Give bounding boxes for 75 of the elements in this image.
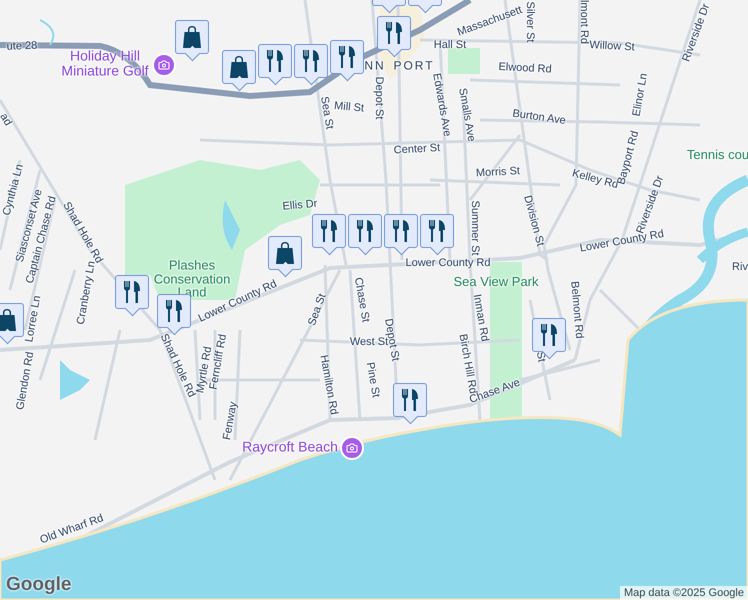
fork-knife-icon [429, 220, 445, 242]
stream-line [40, 19, 54, 46]
restaurant-pin[interactable] [312, 214, 346, 256]
street-label: ad [0, 112, 14, 128]
street-label: Burton Ave [512, 108, 566, 128]
attribution-text: Map data ©2025 Google [620, 586, 748, 600]
street-label: Old Wharf Rd [38, 513, 106, 547]
street-label: Elinor Ln [632, 72, 650, 118]
camera-icon[interactable] [340, 436, 364, 460]
pond-area [60, 360, 90, 400]
street-label: Belmont Rd [568, 280, 584, 340]
street-label: Morris St [476, 166, 520, 180]
street-label: Ellis Dr [282, 198, 318, 214]
map-logo: Google [6, 574, 72, 596]
camera-icon[interactable] [152, 53, 176, 77]
fork-knife-icon [357, 220, 373, 242]
shop-pin[interactable] [222, 50, 256, 92]
fork-knife-icon [303, 50, 319, 72]
fork-knife-icon [321, 220, 337, 242]
restaurant-pin[interactable] [348, 214, 382, 256]
fork-knife-icon [267, 50, 283, 72]
place-label: Raycroft Beach [242, 440, 338, 454]
street-label: Elwood Rd [498, 62, 552, 76]
street-label: Smalls Ave [456, 87, 476, 143]
shopping-bag-icon [183, 26, 201, 48]
street-label: NN [364, 60, 386, 72]
fork-knife-icon [402, 389, 418, 411]
street-label: Depot St [372, 76, 384, 120]
street-label: Hall St [434, 40, 466, 52]
street-label: Riv [732, 262, 748, 274]
river-area [696, 228, 748, 264]
street-label: Lorree Ln [24, 294, 44, 344]
place-label: Tennis cou [686, 148, 748, 162]
shop-pin[interactable] [175, 20, 209, 62]
street-label: Edwards Ave [430, 72, 452, 138]
street-label: Pine St [363, 362, 381, 398]
restaurant-pin[interactable] [420, 214, 454, 256]
park-area [448, 48, 480, 74]
shopping-bag-icon [0, 309, 16, 331]
restaurant-pin[interactable] [393, 383, 427, 425]
street-label: PORT [393, 60, 435, 72]
shopping-bag-icon [276, 242, 294, 264]
shopping-bag-icon [230, 56, 248, 78]
restaurant-pin[interactable] [258, 44, 292, 86]
street-label: Sea St [317, 96, 335, 130]
fork-knife-icon [124, 281, 140, 303]
street-label: Division St [520, 194, 546, 248]
street-label: Silver St [523, 2, 535, 42]
street-label: lmont Rd [577, 0, 589, 44]
street-label: Lower County Rd [406, 258, 490, 270]
fork-knife-icon [166, 300, 182, 322]
street-label: Glendon Rd [15, 351, 37, 411]
fork-knife-icon [393, 220, 409, 242]
fork-knife-icon [339, 46, 355, 68]
street-label: Willow St [589, 40, 635, 54]
street-label: Mill St [334, 100, 364, 116]
pond-area [222, 200, 240, 250]
street-label: Hamilton Rd [317, 354, 339, 416]
restaurant-pin[interactable] [115, 275, 149, 317]
street-label: Sea St [306, 292, 330, 328]
fork-knife-icon [541, 324, 557, 346]
restaurant-pin[interactable] [330, 40, 364, 82]
shop-pin[interactable] [0, 303, 24, 345]
restaurant-pin[interactable] [384, 214, 418, 256]
street-label: Center St [394, 143, 440, 157]
street-label: Inman Rd [470, 294, 490, 342]
restaurant-pin[interactable] [294, 44, 328, 86]
place-label: Sea View Park [453, 275, 539, 289]
restaurant-pin[interactable] [377, 16, 411, 58]
shop-pin[interactable] [268, 236, 302, 278]
street-label: Summer St [468, 200, 480, 256]
street-label: Shad Hole Rd [157, 332, 197, 400]
street-label: Chase St [351, 276, 371, 324]
street-label: Fenway [222, 401, 240, 441]
fork-knife-icon [386, 22, 402, 44]
